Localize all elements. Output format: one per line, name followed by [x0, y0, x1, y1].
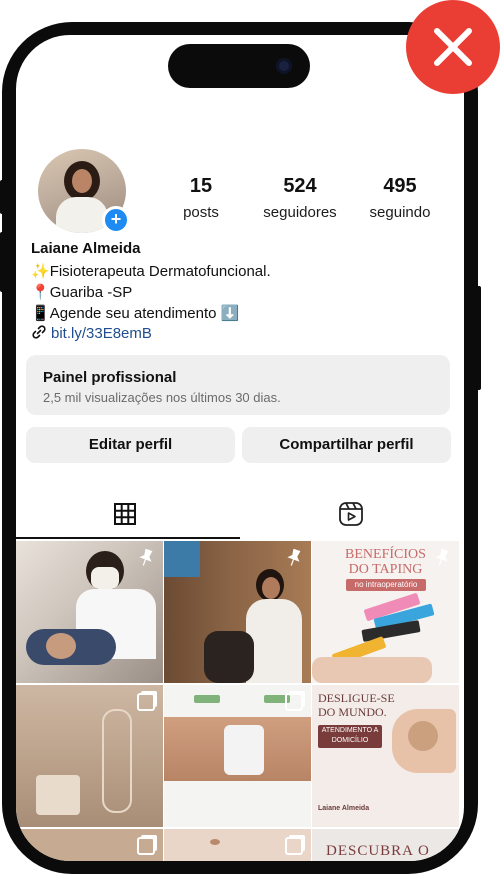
tab-posts-grid[interactable] — [16, 487, 240, 541]
home-signature: Laiane Almeida — [318, 805, 370, 812]
reels-icon — [339, 502, 363, 526]
pin-location-icon: 📍 — [31, 284, 50, 301]
phone-power-button — [476, 286, 481, 390]
avatar-dress — [56, 197, 108, 233]
share-profile-button[interactable]: Compartilhar perfil — [242, 427, 451, 463]
post-portrait-pose[interactable] — [164, 541, 311, 683]
bio-line-2: 📍Guariba -SP — [31, 283, 132, 301]
phone-icon: 📱 — [31, 305, 50, 322]
profile-name: Laiane Almeida — [31, 240, 141, 257]
professional-dashboard[interactable]: Painel profissional 2,5 mil visualizaçõe… — [26, 355, 450, 415]
link-icon — [32, 325, 46, 339]
stat-followers-label: seguidores — [263, 204, 337, 221]
post-home-care[interactable]: DESLIGUE-SE DO MUNDO. ATENDIMENTO A DOMI… — [312, 685, 459, 827]
home-badge: ATENDIMENTO A DOMICÍLIO — [318, 725, 382, 748]
carousel-icon — [137, 837, 155, 855]
close-button[interactable] — [406, 0, 500, 94]
taping-subtitle: no intraoperatório — [346, 579, 426, 591]
bio-line-1: ✨Fisioterapeuta Dermatofuncional. — [31, 262, 271, 280]
bio-text-3: Agende seu atendimento ⬇️ — [49, 305, 240, 322]
bio-link-row[interactable]: bit.ly/33E8emB — [31, 324, 152, 342]
post-clinic-room[interactable] — [16, 685, 163, 827]
pinned-icon — [287, 549, 301, 566]
dynamic-island — [168, 44, 310, 88]
avatar-face — [72, 169, 92, 193]
sparkles-icon: ✨ — [31, 263, 50, 280]
tab-reels[interactable] — [240, 487, 464, 541]
bio-line-3: 📱Agende seu atendimento ⬇️ — [31, 304, 239, 322]
stat-followers[interactable]: 524 seguidores — [252, 175, 348, 221]
carousel-icon — [285, 837, 303, 855]
edit-profile-button[interactable]: Editar perfil — [26, 427, 235, 463]
home-title-1: DESLIGUE-SE — [318, 691, 395, 705]
phone-side-button — [0, 180, 4, 214]
post-body-treatment[interactable] — [164, 685, 311, 827]
phone-volume-up-button — [0, 232, 4, 292]
stat-following-label: seguindo — [369, 204, 431, 221]
carousel-icon — [285, 693, 303, 711]
professional-dashboard-subtitle: 2,5 mil visualizações nos últimos 30 dia… — [43, 390, 281, 405]
grid-icon — [114, 503, 136, 525]
stat-following[interactable]: 495 seguindo — [360, 175, 440, 221]
post-clinic-procedure[interactable] — [16, 541, 163, 683]
pinned-icon — [435, 549, 449, 566]
stat-following-value: 495 — [383, 175, 417, 197]
bio-link[interactable]: bit.ly/33E8emB — [51, 325, 152, 342]
carousel-icon — [137, 693, 155, 711]
active-tab-indicator — [16, 537, 240, 539]
post-discover[interactable]: DESCUBRA O — [312, 829, 459, 861]
front-camera — [276, 58, 292, 74]
post-taping-benefits[interactable]: BENEFÍCIOS DO TAPING no intraoperatório — [312, 541, 459, 683]
stat-posts-value: 15 — [189, 175, 213, 197]
bio-text-1: Fisioterapeuta Dermatofuncional. — [49, 263, 271, 280]
instagram-profile-screen: + 15 posts 524 seguidores 495 seguindo L… — [16, 35, 464, 861]
professional-dashboard-title: Painel profissional — [43, 369, 177, 386]
bio-text-2: Guariba -SP — [49, 284, 133, 301]
close-icon — [434, 28, 472, 66]
post-row3-b[interactable] — [164, 829, 311, 861]
pinned-icon — [139, 549, 153, 566]
stat-followers-value: 524 — [283, 175, 317, 197]
add-story-icon[interactable]: + — [102, 206, 130, 234]
post-row3-a[interactable] — [16, 829, 163, 861]
stat-posts-label: posts — [183, 204, 219, 221]
stat-posts[interactable]: 15 posts — [171, 175, 231, 221]
discover-title: DESCUBRA O — [326, 843, 430, 859]
home-title-2: DO MUNDO. — [318, 705, 387, 719]
